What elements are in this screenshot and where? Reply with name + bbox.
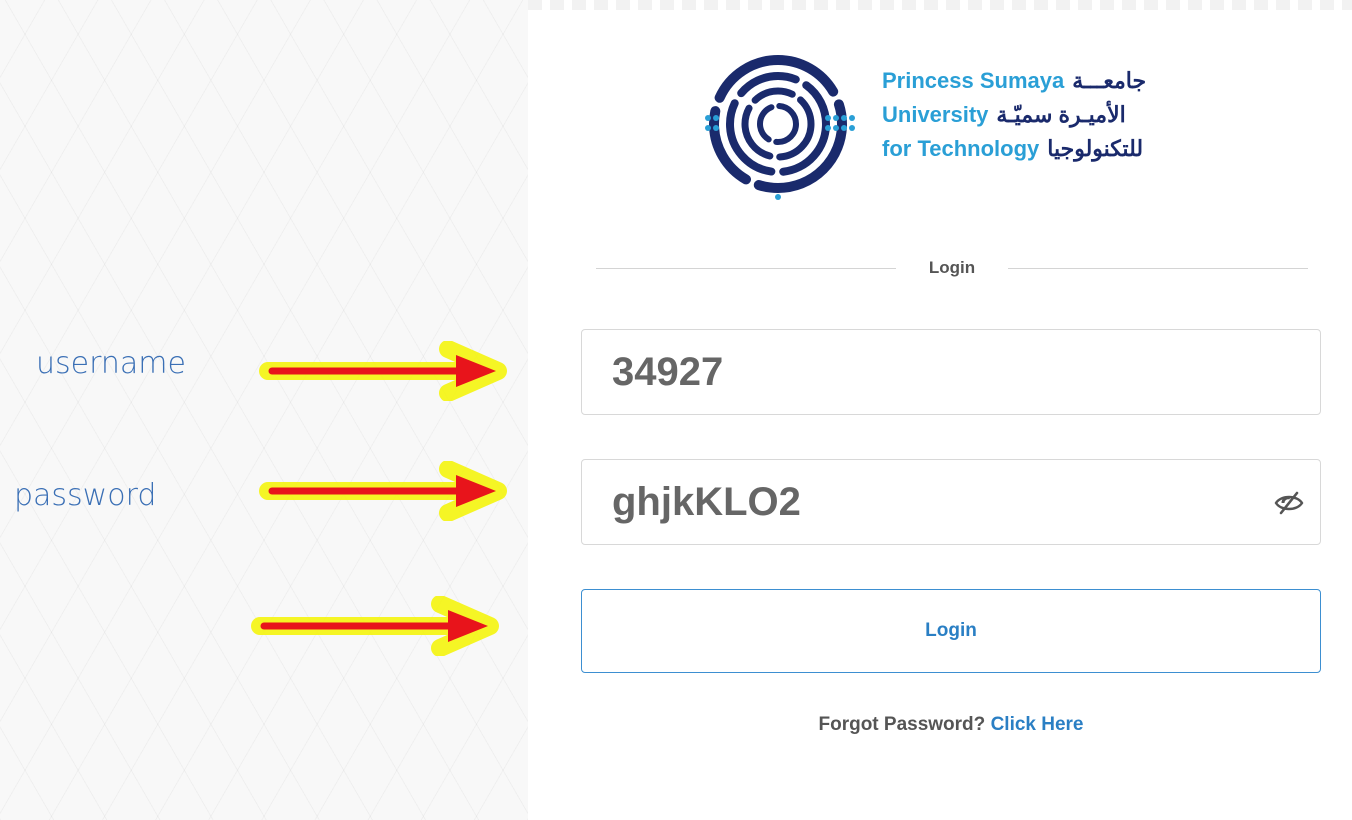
- password-value: ghjkKLO2: [612, 479, 801, 524]
- username-annotation-label: username: [36, 346, 186, 381]
- university-logo: Princess Sumaya جامعـــة University الأميـ…: [702, 52, 1262, 202]
- logo-line-1: Princess Sumaya جامعـــة: [882, 68, 1146, 102]
- password-annotation-label: password: [14, 478, 157, 513]
- forgot-password-row: Forgot Password? Click Here: [581, 714, 1321, 736]
- logo-line-3: for Technology للتكنولوجيا: [882, 136, 1146, 170]
- logo-en-line-3: for Technology: [882, 136, 1040, 161]
- divider-line-right: [1008, 268, 1308, 269]
- eye-slash-icon[interactable]: [1274, 490, 1304, 516]
- logo-ar-line-2: الأميـرة سميّـة: [996, 102, 1126, 127]
- psut-maze-logo-icon: [705, 55, 855, 200]
- password-arrow-icon: [259, 461, 507, 521]
- logo-ar-line-3: للتكنولوجيا: [1047, 136, 1144, 161]
- login-button[interactable]: Login: [581, 589, 1321, 673]
- logo-ar-line-1: جامعـــة: [1072, 68, 1147, 93]
- top-pattern-band: [528, 0, 1352, 10]
- forgot-password-link[interactable]: Click Here: [991, 714, 1084, 735]
- logo-text-block: Princess Sumaya جامعـــة University الأميـ…: [882, 68, 1146, 170]
- forgot-password-text: Forgot Password?: [818, 714, 986, 735]
- logo-line-2: University الأميـرة سميّـة: [882, 102, 1146, 136]
- logo-en-line-2: University: [882, 102, 989, 127]
- login-section-divider: Login: [596, 256, 1308, 280]
- login-arrow-icon: [251, 596, 499, 656]
- username-arrow-icon: [259, 341, 507, 401]
- background-pattern: [0, 0, 528, 820]
- password-field[interactable]: ghjkKLO2: [581, 459, 1321, 545]
- username-value: 34927: [612, 349, 724, 394]
- username-field[interactable]: 34927: [581, 329, 1321, 415]
- logo-en-line-1: Princess Sumaya: [882, 68, 1065, 93]
